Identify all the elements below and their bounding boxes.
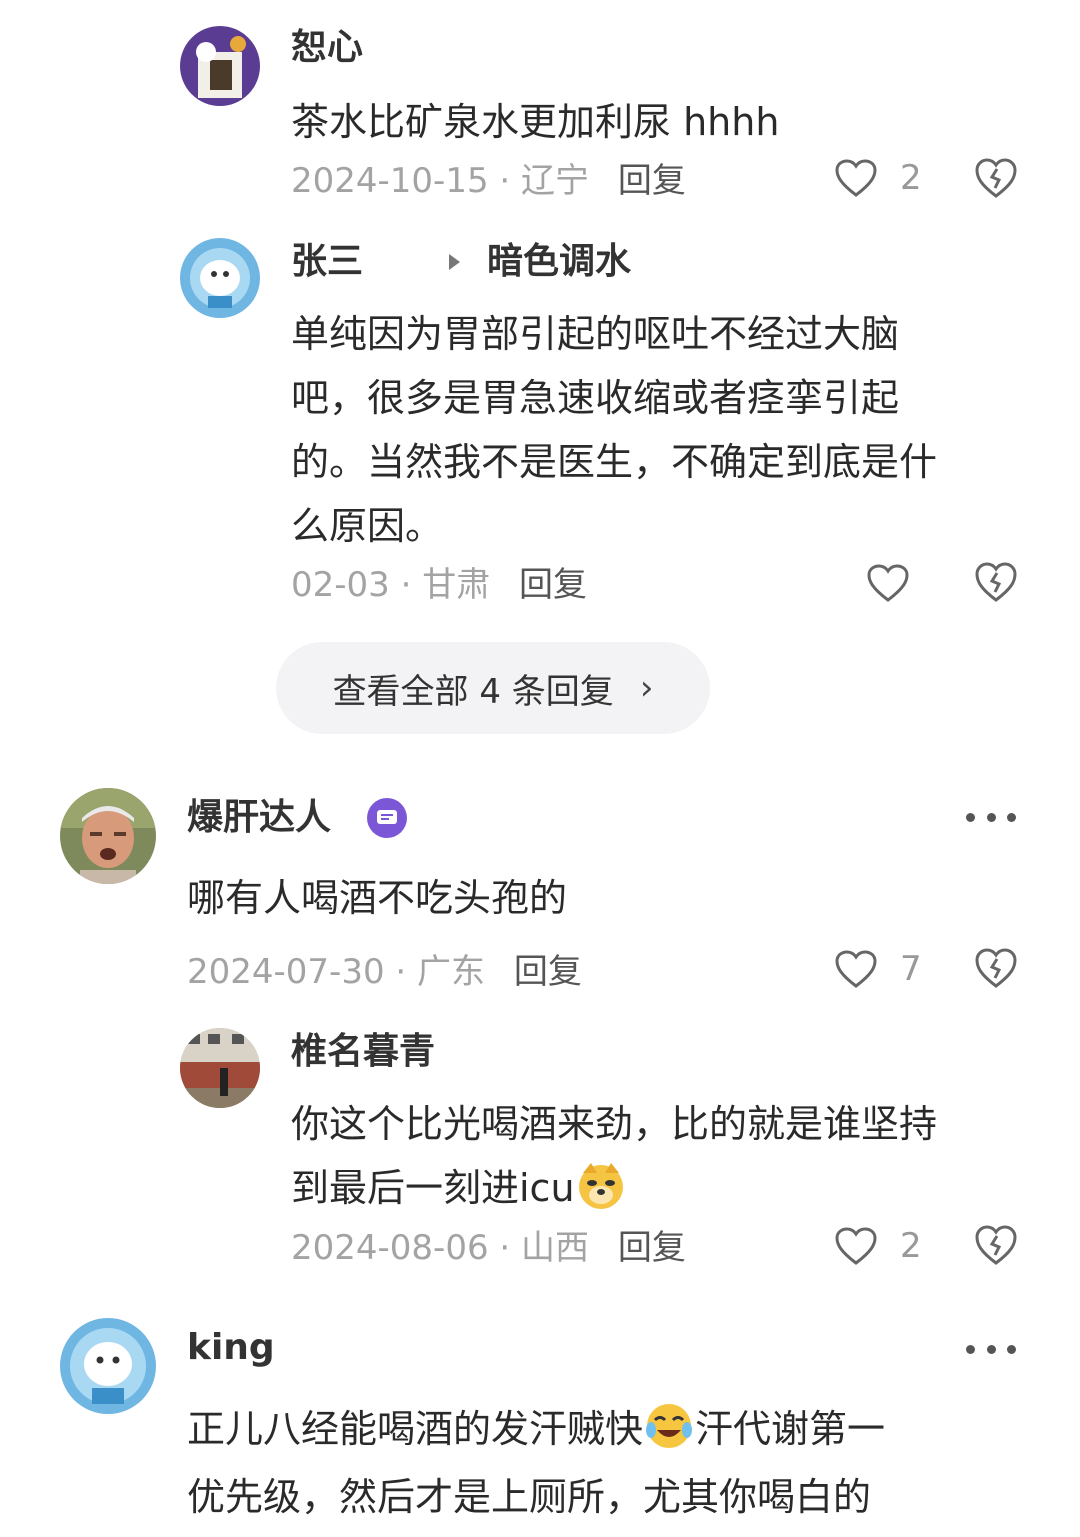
heart-outline-icon	[835, 159, 877, 197]
reply-button[interactable]: 回复	[519, 565, 587, 605]
broken-heart-icon	[975, 1225, 1017, 1265]
comment-text-line: 么原因。	[291, 504, 444, 548]
verified-badge-icon	[367, 798, 407, 838]
comment-region: 山西	[521, 1228, 590, 1268]
comment-date: 02-03	[291, 565, 390, 605]
username[interactable]: 恕心	[291, 26, 363, 70]
reply-to-username[interactable]: 暗色调水	[487, 240, 631, 284]
like-count: 7	[900, 949, 922, 989]
avatar[interactable]	[180, 26, 260, 106]
comment-text-fragment: 正儿八经能喝酒的发汗贼快	[187, 1407, 644, 1451]
avatar[interactable]	[60, 788, 156, 884]
triangle-arrow-icon	[449, 254, 460, 270]
heart-outline-icon	[835, 1227, 877, 1265]
doge-emoji	[575, 1159, 627, 1211]
avatar[interactable]	[180, 238, 260, 318]
comment-text-fragment: 到最后一刻进icu	[291, 1166, 575, 1210]
reply-button[interactable]: 回复	[618, 1228, 686, 1268]
broken-heart-icon	[975, 562, 1017, 602]
comment-region: 辽宁	[521, 161, 590, 201]
like-count: 2	[900, 1226, 922, 1266]
like-count: 2	[900, 158, 922, 198]
view-all-replies-button[interactable]: 查看全部 4 条回复 ›	[276, 642, 710, 734]
username[interactable]: king	[187, 1326, 275, 1370]
comment-text-line: 单纯因为胃部引起的呕吐不经过大脑	[291, 312, 900, 356]
comment-date: 2024-08-06	[291, 1228, 489, 1268]
comment-meta: 2024-10-15 · 辽宁 回复	[291, 161, 686, 201]
comment-region: 广东	[417, 952, 486, 992]
like-button[interactable]	[866, 561, 910, 605]
comment-text-line: 正儿八经能喝酒的发汗贼快 汗代谢第一	[187, 1397, 885, 1461]
dislike-button[interactable]	[974, 947, 1018, 989]
username[interactable]: 张三	[291, 240, 363, 284]
dislike-button[interactable]	[974, 561, 1018, 603]
avatar[interactable]	[180, 1028, 260, 1108]
username[interactable]: 椎名暮青	[291, 1030, 435, 1074]
comment-text-fragment: 汗代谢第一	[695, 1407, 886, 1451]
comment-date: 2024-07-30	[187, 952, 385, 992]
comment-text-line: 的。当然我不是医生，不确定到底是什	[291, 440, 938, 484]
comment-date: 2024-10-15	[291, 161, 489, 201]
comment-meta: 02-03 · 甘肃 回复	[291, 565, 587, 605]
like-button[interactable]: 2	[834, 1224, 922, 1268]
comment-text-line: 吧，很多是胃急速收缩或者痉挛引起	[291, 376, 900, 420]
chevron-right-icon: ›	[639, 668, 654, 708]
comment-text: 茶水比矿泉水更加利尿 hhhh	[291, 100, 780, 144]
heart-outline-icon	[835, 950, 877, 988]
view-all-label: 查看全部 4 条回复	[332, 671, 614, 712]
username[interactable]: 爆肝达人	[187, 796, 331, 840]
dislike-button[interactable]	[974, 157, 1018, 199]
meta-separator: ·	[499, 161, 511, 201]
comment-text-line: 你这个比光喝酒来劲，比的就是谁坚持	[291, 1102, 938, 1146]
dislike-button[interactable]	[974, 1224, 1018, 1266]
comment-text: 哪有人喝酒不吃头孢的	[187, 876, 568, 920]
avatar[interactable]	[60, 1318, 156, 1414]
reply-button[interactable]: 回复	[514, 952, 582, 992]
meta-separator: ·	[499, 1228, 511, 1268]
comment-text-line: 优先级，然后才是上厕所，尤其你喝白的	[187, 1475, 872, 1519]
comment-region: 甘肃	[422, 565, 491, 605]
like-button[interactable]: 2	[834, 156, 922, 200]
crying-laughing-emoji	[643, 1400, 695, 1452]
heart-outline-icon	[867, 564, 909, 602]
more-options-button[interactable]	[966, 810, 1016, 824]
comment-meta: 2024-07-30 · 广东 回复	[187, 952, 582, 992]
broken-heart-icon	[975, 948, 1017, 988]
more-dots-icon	[966, 812, 975, 822]
more-options-button[interactable]	[966, 1342, 1016, 1356]
more-dots-icon	[966, 1344, 975, 1354]
like-button[interactable]: 7	[834, 947, 922, 991]
comment-meta: 2024-08-06 · 山西 回复	[291, 1228, 686, 1268]
broken-heart-icon	[975, 158, 1017, 198]
reply-button[interactable]: 回复	[618, 161, 686, 201]
comment-text-line: 到最后一刻进icu	[291, 1156, 627, 1220]
meta-separator: ·	[400, 565, 412, 605]
meta-separator: ·	[395, 952, 407, 992]
